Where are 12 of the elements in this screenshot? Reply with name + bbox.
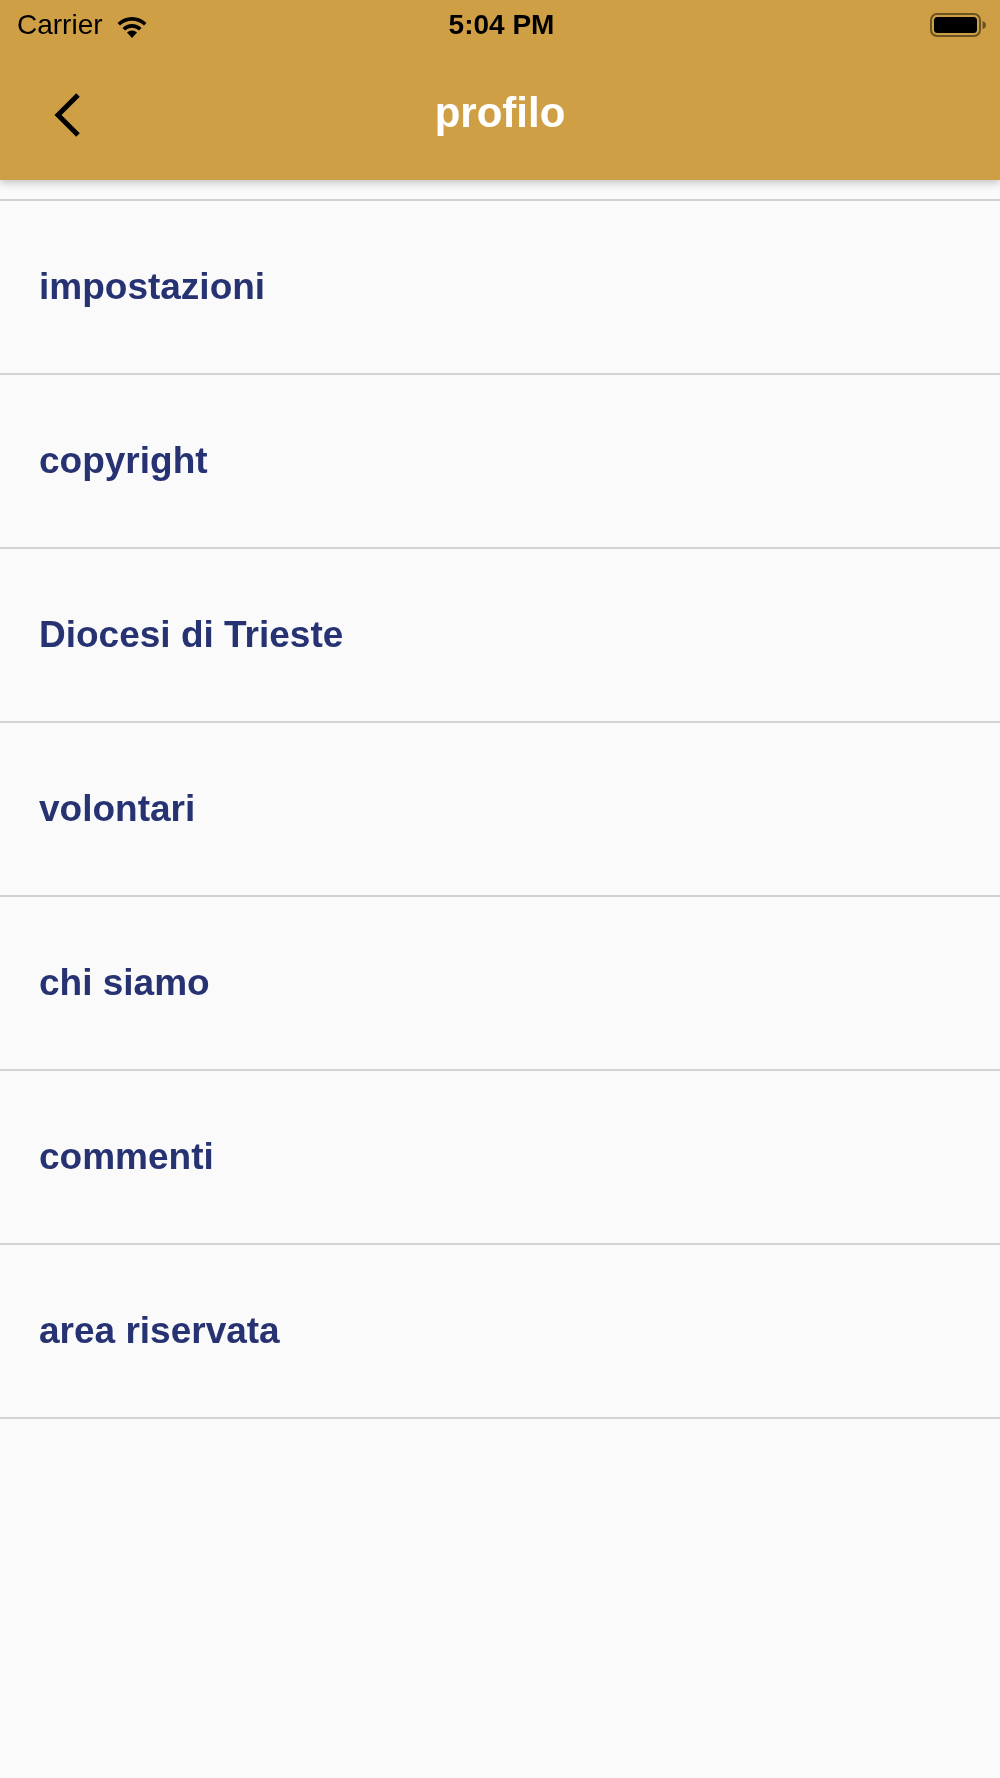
page-title: profilo [433,92,567,134]
carrier-label: Carrier [17,11,103,39]
menu-item[interactable]: copyright [0,375,1000,549]
menu-item[interactable]: Diocesi di Trieste [0,549,1000,723]
battery-icon [930,13,986,37]
menu-item[interactable]: volontari [0,723,1000,897]
menu-item[interactable]: area riservata [0,1245,1000,1419]
status-time: 5:04 PM [448,11,555,39]
menu-item[interactable]: impostazioni [0,201,1000,375]
chevron-icon [53,92,81,138]
menu-item[interactable]: commenti [0,1071,1000,1245]
menu-item[interactable]: chi siamo [0,897,1000,1071]
